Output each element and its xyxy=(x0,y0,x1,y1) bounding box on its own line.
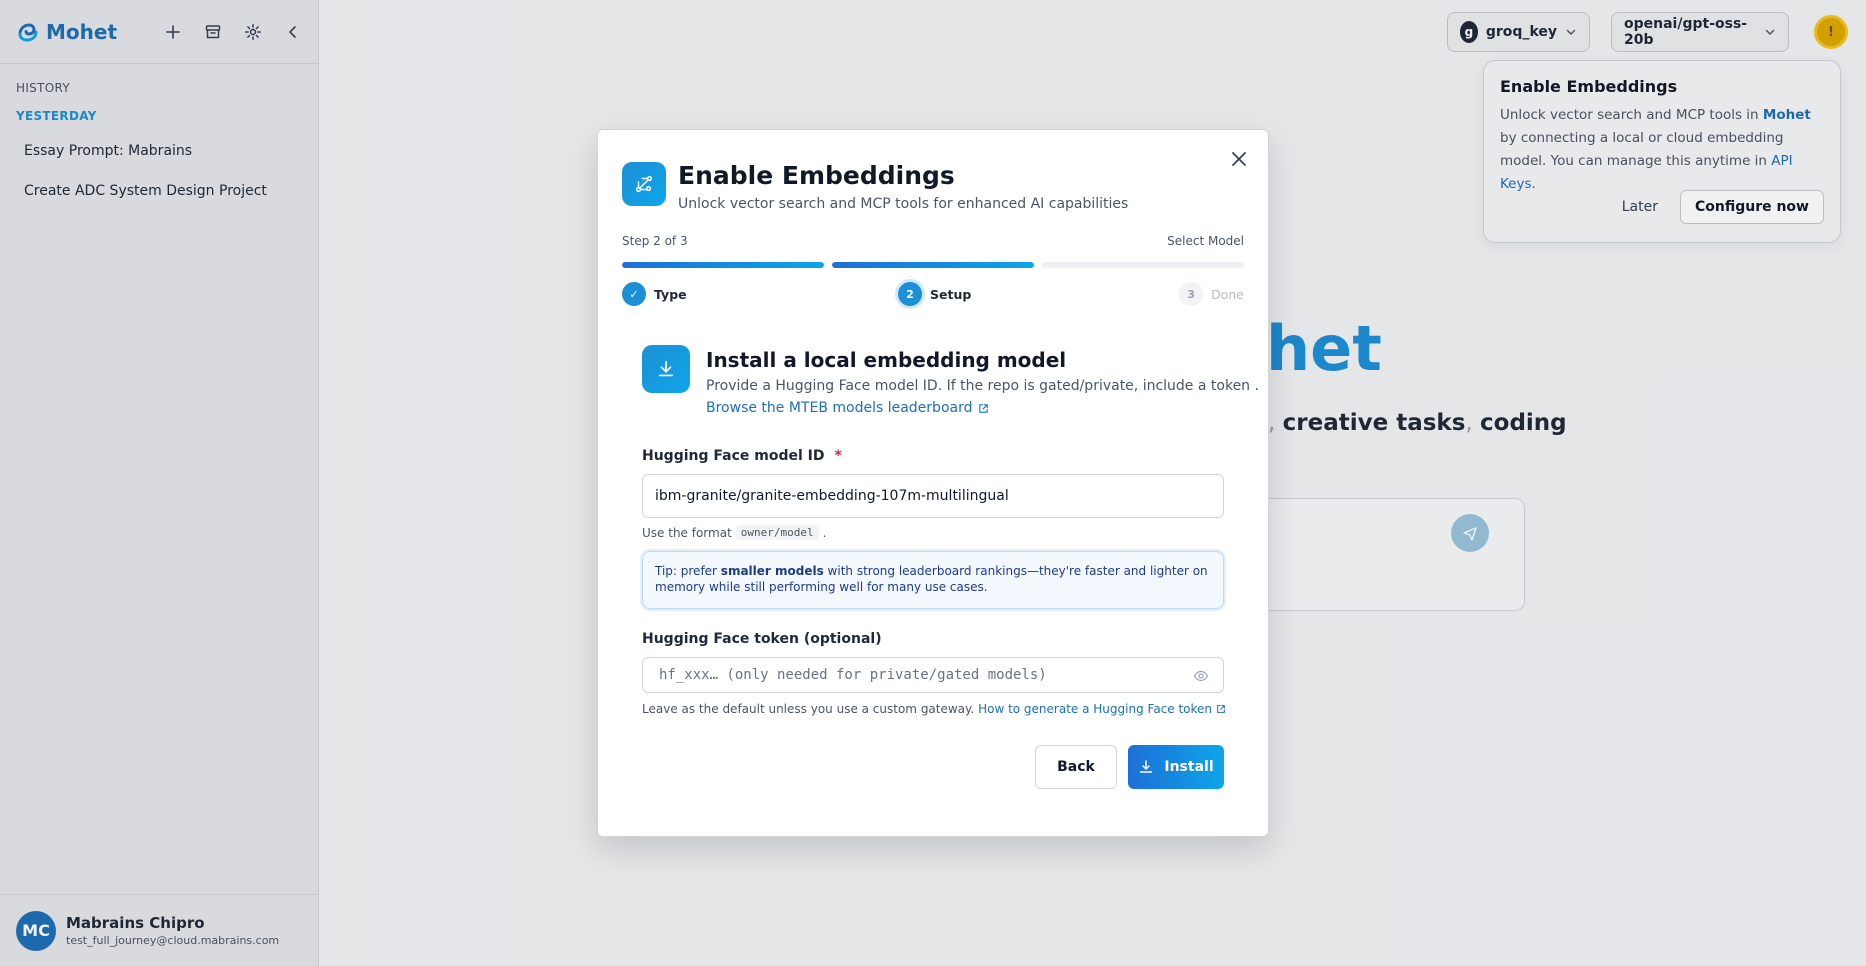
model-id-input[interactable]: ibm-granite/granite-embedding-107m-multi… xyxy=(642,474,1224,518)
enable-embeddings-modal: Enable Embeddings Unlock vector search a… xyxy=(597,129,1269,837)
step-done: 3 Done xyxy=(1179,282,1244,306)
progress-segment xyxy=(1042,262,1244,268)
progress-bars xyxy=(622,262,1244,268)
external-link-icon xyxy=(1216,704,1226,714)
tip-box: Tip: prefer smaller models with strong l… xyxy=(642,551,1224,609)
hf-token-help-link[interactable]: How to generate a Hugging Face token xyxy=(978,702,1226,716)
token-placeholder: hf_xxx… (only needed for private/gated m… xyxy=(659,667,1047,683)
section-title: Install a local embedding model xyxy=(706,348,1067,372)
token-hint: Leave as the default unless you use a cu… xyxy=(642,702,1226,716)
token-input[interactable]: hf_xxx… (only needed for private/gated m… xyxy=(642,657,1224,693)
mteb-leaderboard-link[interactable]: Browse the MTEB models leaderboard xyxy=(706,400,989,416)
back-button[interactable]: Back xyxy=(1035,745,1117,789)
section-description: Provide a Hugging Face model ID. If the … xyxy=(706,378,1259,394)
share-nodes-icon xyxy=(622,162,666,206)
eye-icon[interactable] xyxy=(1193,668,1209,684)
external-link-icon xyxy=(978,403,989,414)
step-name: Select Model xyxy=(1167,234,1244,248)
step-type: ✓ Type xyxy=(622,282,687,306)
install-button[interactable]: Install xyxy=(1128,745,1224,789)
modal-subtitle: Unlock vector search and MCP tools for e… xyxy=(678,196,1129,212)
progress-segment xyxy=(622,262,824,268)
format-code: owner/model xyxy=(735,525,819,540)
stepper: ✓ Type 2 Setup 3 Done xyxy=(622,282,1244,308)
modal-title: Enable Embeddings xyxy=(678,161,955,190)
close-icon[interactable] xyxy=(1228,148,1250,170)
step-setup: 2 Setup xyxy=(898,282,971,306)
progress-segment xyxy=(832,262,1034,268)
model-id-hint: Use the format owner/model. xyxy=(642,525,827,540)
model-id-label: Hugging Face model ID * xyxy=(642,448,842,464)
required-mark: * xyxy=(834,448,842,464)
token-label: Hugging Face token (optional) xyxy=(642,631,882,647)
check-icon: ✓ xyxy=(622,282,646,306)
download-icon xyxy=(642,345,690,393)
download-icon xyxy=(1138,759,1154,775)
step-counter: Step 2 of 3 xyxy=(622,234,688,248)
